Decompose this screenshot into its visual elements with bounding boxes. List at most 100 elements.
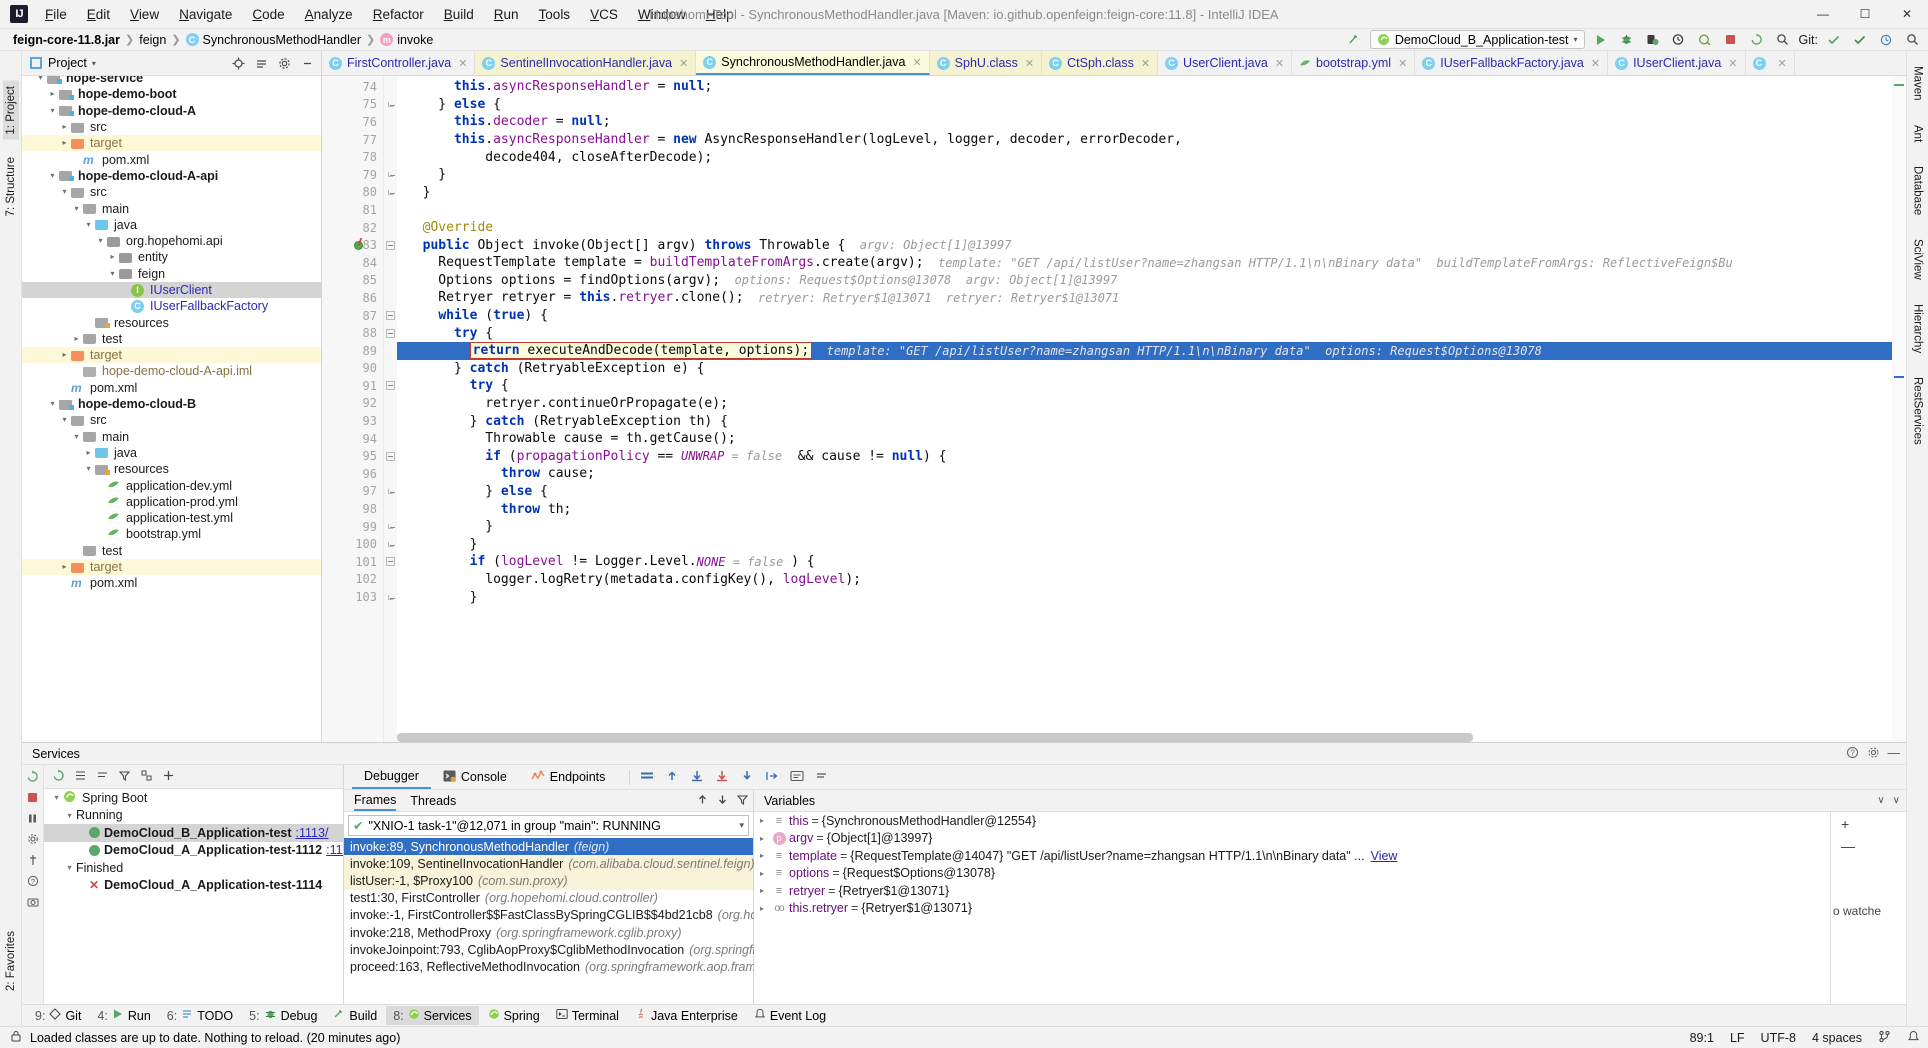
fold-marker-icon[interactable] [388,541,395,547]
editor-horizontal-scrollbar[interactable] [397,733,1892,742]
editor-tab[interactable]: C FirstController.java ✕ [322,51,476,75]
expand-arrow[interactable]: ▸ [760,851,772,860]
tool-window-button-git[interactable]: 9: Git [28,1006,88,1025]
fold-line[interactable] [384,307,397,325]
tree-expand-arrow[interactable]: ▸ [106,249,119,265]
code-line[interactable]: while (true) { [397,307,1892,325]
fold-marker-icon[interactable] [388,172,395,178]
add-watch-button[interactable]: + [1841,816,1849,832]
remove-watch-button[interactable]: — [1841,838,1855,854]
code-line[interactable]: if (logLevel != Logger.Level. NONE = fals… [397,553,1892,571]
code-content[interactable]: this. asyncResponseHandler = null; } else… [397,76,1892,742]
menu-item-file[interactable]: File [36,4,76,25]
caret-position[interactable]: 89:1 [1690,1031,1714,1045]
gutter-line[interactable]: 103 [322,588,383,606]
code-line[interactable]: try { [397,377,1892,395]
stack-frame[interactable]: invoke:109, SentinelInvocationHandler (co… [344,855,755,873]
camera-icon[interactable] [25,895,41,909]
tree-expand-arrow[interactable]: ▾ [82,217,95,233]
tree-expand-arrow[interactable]: ▾ [106,266,119,282]
gutter-line[interactable]: 92 [322,395,383,413]
close-icon[interactable]: ✕ [1591,57,1600,70]
right-sidebar-item-sciview[interactable]: SciView [1910,234,1926,285]
gutter-line[interactable]: 82 [322,219,383,237]
debug-button[interactable] [1617,30,1637,49]
variable-row[interactable]: ▸ oo this.retryer = {Retryer$1@13071} [754,900,1830,918]
menu-item-edit[interactable]: Edit [78,4,119,25]
tree-item[interactable]: ▸ target [22,347,321,364]
code-line[interactable]: Throwable cause = th.getCause(); [397,430,1892,448]
tree-expand-arrow[interactable]: ▾ [34,76,47,86]
code-line[interactable]: throw cause; [397,465,1892,483]
gutter-line[interactable]: 78 [322,148,383,166]
fold-line[interactable] [384,289,397,307]
tool-window-button-terminal[interactable]: Terminal [549,1006,626,1025]
code-line[interactable]: } [397,166,1892,184]
close-icon[interactable]: ✕ [912,56,921,69]
breadcrumb-item-1[interactable]: feign [136,33,169,47]
code-editor[interactable]: 74 75 76 77 78 79 80 81 82 83 84 85 86 87 88 89 90 91 92 93… [322,76,1906,742]
editor-tab[interactable]: C IUserFallbackFactory.java ✕ [1415,51,1609,75]
tool-window-button-spring[interactable]: Spring [481,1006,547,1025]
tree-item[interactable]: m pom.xml [22,380,321,396]
tree-item[interactable]: ▾ hope-demo-cloud-B [22,396,321,412]
gutter-line[interactable]: 98 [322,500,383,518]
tree-expand-arrow[interactable]: ▾ [58,184,71,200]
editor-tab[interactable]: bootstrap.yml ✕ [1292,51,1416,75]
frame-up-icon[interactable] [696,793,709,809]
menu-item-analyze[interactable]: Analyze [296,4,362,25]
thread-selector[interactable]: ✔ "XNIO-1 task-1"@12,071 in group "main"… [348,815,749,836]
fold-line[interactable] [384,78,397,96]
gutter-line[interactable]: 102 [322,571,383,589]
fold-line[interactable] [384,272,397,290]
menu-item-navigate[interactable]: Navigate [170,4,241,25]
tree-expand-arrow[interactable]: ▸ [58,119,71,135]
gutter-line[interactable]: 85 [322,272,383,290]
gutter-line[interactable]: 90 [322,360,383,378]
tree-item[interactable]: bootstrap.yml [22,526,321,542]
tree-item[interactable]: ▸ entity [22,249,321,265]
hide-services-icon[interactable]: — [1888,746,1901,762]
rerun-failed-icon[interactable] [52,769,65,785]
close-icon[interactable]: ✕ [1398,57,1407,70]
variable-row[interactable]: ▸ ≡ template = {RequestTemplate@14047} "GET … [754,847,1830,865]
tree-item[interactable]: C IUserFallbackFactory [22,298,321,314]
close-icon[interactable]: ✕ [1025,57,1034,70]
expand-arrow[interactable]: ▸ [760,869,772,878]
debug-tab[interactable]: Console [431,765,519,789]
line-number-gutter[interactable]: 74 75 76 77 78 79 80 81 82 83 84 85 86 87 88 89 90 91 92 93… [322,76,384,742]
menu-item-view[interactable]: View [121,4,168,25]
pause-icon[interactable] [25,811,41,825]
tree-item[interactable]: application-test.yml [22,510,321,526]
services-tree-item[interactable]: ▾ Finished [44,859,343,877]
status-lock-icon[interactable] [10,1030,22,1046]
run-button[interactable] [1591,30,1611,49]
gutter-line[interactable]: 96 [322,465,383,483]
fold-marker-icon[interactable] [388,488,395,494]
expand-arrow[interactable]: ▸ [760,904,772,913]
editor-tab[interactable]: C UserClient.java ✕ [1158,51,1293,75]
code-line[interactable]: Options options = findOptions(argv); opt… [397,272,1892,290]
gutter-line[interactable]: 83 [322,236,383,254]
fold-marker-icon[interactable] [388,594,395,600]
code-line[interactable]: retryer.continueOrPropagate(e); [397,395,1892,413]
profile-button[interactable] [1669,30,1689,49]
tree-item[interactable]: test [22,543,321,559]
gear-icon[interactable] [274,54,294,73]
git-history-icon[interactable] [1876,30,1896,49]
frames-tab[interactable]: Frames [354,790,397,811]
menu-item-build[interactable]: Build [435,4,483,25]
tree-item[interactable]: ▾ feign [22,266,321,282]
services-tree-item[interactable]: ▾ Running [44,807,343,825]
tree-expand-arrow[interactable]: ▾ [58,412,71,428]
tree-item[interactable]: ▾ src [22,184,321,200]
gutter-line[interactable]: 101 [322,553,383,571]
tool-window-button-todo[interactable]: 6: TODO [160,1006,240,1025]
fold-line[interactable] [384,166,397,184]
pin-icon[interactable] [25,853,41,867]
fold-marker-icon[interactable] [388,101,395,107]
fold-marker-icon[interactable] [386,328,395,338]
fold-line[interactable] [384,184,397,202]
services-tree-item[interactable]: ✕ DemoCloud_A_Application-test-1114 [44,877,343,895]
gutter-line[interactable]: 86 [322,289,383,307]
